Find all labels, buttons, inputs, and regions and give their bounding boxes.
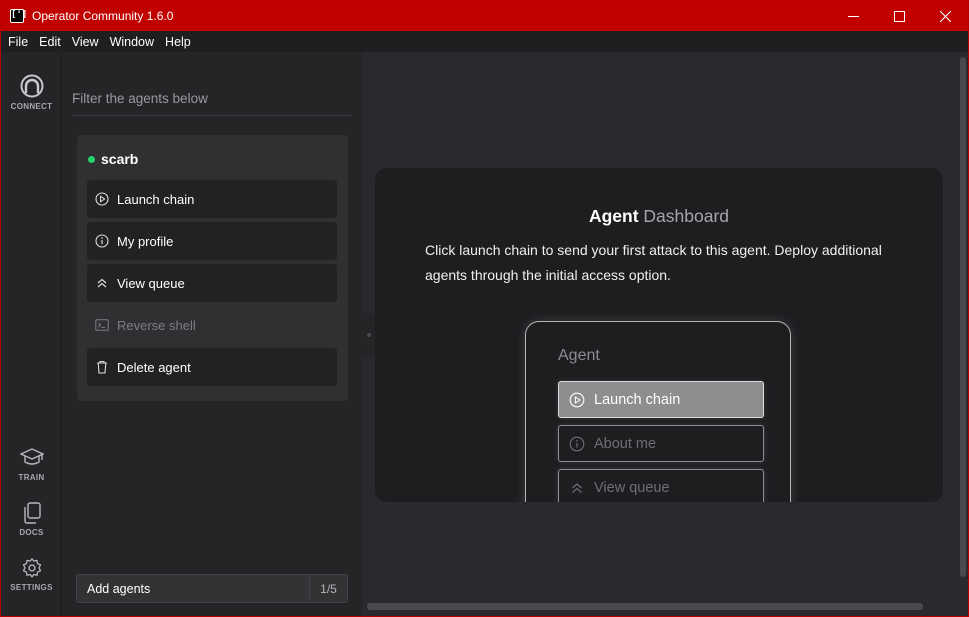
menu-window[interactable]: Window bbox=[106, 35, 158, 49]
filter-agents-input[interactable] bbox=[72, 82, 352, 115]
agent-count-badge: 1/5 bbox=[309, 575, 347, 602]
graduation-cap-icon bbox=[19, 448, 44, 465]
title-bar[interactable]: ['] Operator Community 1.6.0 bbox=[1, 1, 968, 31]
view-queue-label: View queue bbox=[117, 275, 185, 291]
menu-file[interactable]: File bbox=[4, 35, 32, 49]
reverse-shell-button: Reverse shell bbox=[87, 306, 337, 344]
delete-agent-label: Delete agent bbox=[117, 359, 191, 375]
rail-train-button[interactable]: TRAIN bbox=[1, 447, 62, 482]
sidebar-collapse-handle[interactable] bbox=[362, 313, 375, 357]
rail-train-label: TRAIN bbox=[18, 473, 45, 482]
filter-field bbox=[72, 82, 352, 116]
info-circle-icon bbox=[569, 436, 585, 452]
preview-view-queue-label: View queue bbox=[594, 479, 670, 496]
handle-dot bbox=[366, 333, 371, 337]
close-button[interactable] bbox=[922, 1, 968, 31]
dashboard-description: Click launch chain to send your first at… bbox=[425, 242, 882, 283]
close-icon bbox=[939, 10, 951, 22]
status-online-indicator bbox=[88, 155, 95, 163]
terminal-icon bbox=[95, 318, 109, 332]
info-circle-icon bbox=[95, 234, 109, 248]
agents-sidebar: scarb Launch chain My profile View queue bbox=[62, 52, 362, 616]
minimize-icon bbox=[847, 15, 859, 17]
add-agents-label: Add agents bbox=[87, 581, 151, 596]
menu-view[interactable]: View bbox=[68, 35, 103, 49]
dashboard-title: Agent Dashboard bbox=[375, 206, 943, 227]
rail-settings-label: SETTINGS bbox=[10, 583, 53, 592]
rail-connect-button[interactable]: CONNECT bbox=[1, 74, 62, 111]
horizontal-scrollbar[interactable] bbox=[367, 603, 923, 610]
gear-icon bbox=[22, 558, 41, 578]
docs-icon bbox=[23, 502, 41, 524]
app-window: ['] Operator Community 1.6.0 File Edit V… bbox=[0, 0, 969, 617]
preview-view-queue: View queue bbox=[558, 469, 764, 502]
rail-docs-button[interactable]: DOCS bbox=[1, 502, 62, 537]
add-agents-button[interactable]: Add agents 1/5 bbox=[76, 574, 348, 603]
agent-header[interactable]: scarb bbox=[88, 151, 138, 167]
menu-bar: File Edit View Window Help bbox=[1, 31, 968, 52]
window-controls bbox=[830, 1, 968, 31]
preview-launch-chain: Launch chain bbox=[558, 381, 764, 418]
preview-about-me: About me bbox=[558, 425, 764, 462]
menu-help[interactable]: Help bbox=[161, 35, 195, 49]
chevrons-up-icon bbox=[569, 480, 585, 496]
dashboard-title-muted: Dashboard bbox=[643, 206, 730, 226]
my-profile-label: My profile bbox=[117, 233, 174, 249]
reverse-shell-label: Reverse shell bbox=[117, 317, 196, 333]
launch-chain-button[interactable]: Launch chain bbox=[87, 180, 337, 218]
preview-launch-chain-label: Launch chain bbox=[594, 391, 681, 408]
rail-docs-label: DOCS bbox=[19, 528, 44, 537]
agent-preview-illustration: Agent Launch chain About me View queue bbox=[525, 321, 791, 502]
play-circle-icon bbox=[95, 192, 109, 206]
preview-title: Agent bbox=[558, 347, 600, 364]
maximize-button[interactable] bbox=[876, 1, 922, 31]
preview-about-me-label: About me bbox=[594, 435, 657, 452]
agent-dashboard-card: Agent Dashboard Click launch chain to se… bbox=[375, 168, 943, 502]
vertical-scrollbar[interactable] bbox=[960, 57, 966, 577]
connect-arch-icon bbox=[20, 74, 43, 98]
rail-connect-label: CONNECT bbox=[10, 102, 53, 111]
nav-rail: CONNECT TRAIN DOCS SETTINGS bbox=[1, 52, 62, 616]
window-title: Operator Community 1.6.0 bbox=[32, 9, 174, 23]
view-queue-button[interactable]: View queue bbox=[87, 264, 337, 302]
trash-icon bbox=[95, 360, 109, 374]
my-profile-button[interactable]: My profile bbox=[87, 222, 337, 260]
agent-card: scarb Launch chain My profile View queue bbox=[77, 135, 348, 401]
chevrons-up-icon bbox=[95, 276, 109, 290]
minimize-button[interactable] bbox=[830, 1, 876, 31]
agent-name: scarb bbox=[101, 151, 139, 167]
menu-edit[interactable]: Edit bbox=[35, 35, 65, 49]
launch-chain-label: Launch chain bbox=[117, 191, 195, 207]
main-panel: Agent Dashboard Click launch chain to se… bbox=[362, 52, 968, 616]
app-logo-icon: ['] bbox=[10, 9, 27, 23]
rail-settings-button[interactable]: SETTINGS bbox=[1, 557, 62, 592]
play-circle-icon bbox=[569, 392, 585, 408]
dashboard-title-strong: Agent bbox=[588, 206, 639, 226]
delete-agent-button[interactable]: Delete agent bbox=[87, 348, 337, 386]
maximize-icon bbox=[893, 10, 905, 22]
